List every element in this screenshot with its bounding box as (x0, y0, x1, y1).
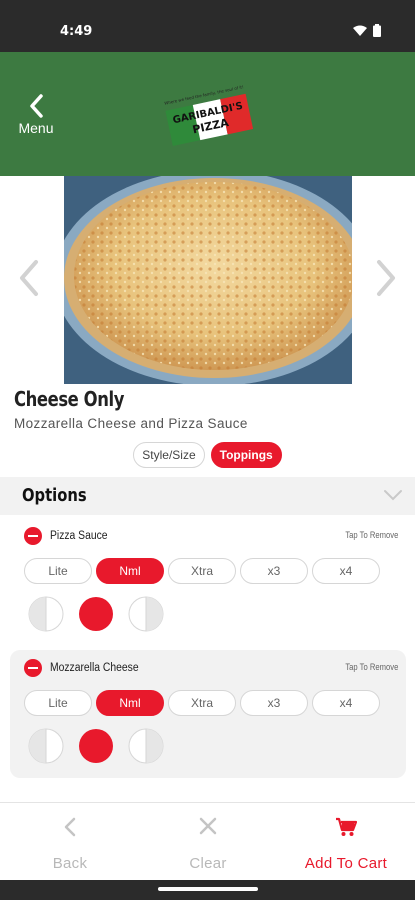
bottom-action-bar: Back Clear Add To Cart (0, 802, 415, 880)
tab-toppings[interactable]: Toppings (210, 442, 282, 468)
item-title: Cheese Only (14, 387, 124, 411)
options-section-header[interactable]: Options (0, 477, 415, 515)
add-to-cart-button[interactable]: Add To Cart (290, 803, 402, 881)
battery-icon (373, 24, 381, 37)
topping-card-pizza-sauce: Pizza Sauce Tap To Remove Lite Nml Xtra … (10, 518, 406, 646)
tap-to-remove-hint[interactable]: Tap To Remove (345, 530, 398, 540)
options-title: Options (22, 485, 87, 506)
chevron-left-icon (64, 817, 76, 837)
amount-lite[interactable]: Lite (24, 558, 92, 584)
tap-to-remove-hint[interactable]: Tap To Remove (345, 662, 398, 672)
next-image-arrow[interactable] (371, 258, 401, 298)
coverage-selector (28, 596, 164, 632)
left-half-coverage-icon[interactable] (28, 596, 64, 632)
amount-selector: Lite Nml Xtra x3 x4 (24, 558, 380, 584)
status-icons (353, 24, 381, 37)
topping-card-mozzarella-cheese: Mozzarella Cheese Tap To Remove Lite Nml… (10, 650, 406, 778)
item-description: Mozzarella Cheese and Pizza Sauce (14, 416, 248, 431)
app-header: Menu GARIBALDI'S PIZZA Where we feed the… (0, 52, 415, 176)
chevron-left-icon (30, 94, 43, 118)
amount-x4[interactable]: x4 (312, 558, 380, 584)
menu-label: Menu (18, 120, 54, 136)
topping-name: Mozzarella Cheese (50, 662, 139, 674)
garibaldis-pizza-logo: GARIBALDI'S PIZZA Where we feed the fami… (164, 84, 253, 146)
topping-name: Pizza Sauce (50, 530, 108, 542)
amount-normal[interactable]: Nml (96, 690, 164, 716)
home-indicator[interactable] (158, 887, 258, 891)
clear-label: Clear (189, 855, 227, 872)
menu-button[interactable]: Menu (14, 94, 58, 142)
right-half-coverage-icon[interactable] (128, 728, 164, 764)
status-bar: 4:49 (0, 0, 415, 52)
tab-style-size[interactable]: Style/Size (133, 442, 205, 468)
coverage-selector (28, 728, 164, 764)
remove-topping-icon[interactable] (24, 527, 42, 545)
amount-x4[interactable]: x4 (312, 690, 380, 716)
back-label: Back (52, 855, 88, 872)
whole-coverage-icon[interactable] (78, 728, 114, 764)
chevron-down-icon (384, 490, 402, 501)
right-half-coverage-icon[interactable] (128, 596, 164, 632)
amount-x3[interactable]: x3 (240, 558, 308, 584)
amount-normal[interactable]: Nml (96, 558, 164, 584)
amount-x3[interactable]: x3 (240, 690, 308, 716)
clear-button[interactable]: Clear (158, 803, 258, 881)
status-time: 4:49 (60, 24, 93, 39)
previous-image-arrow[interactable] (14, 258, 44, 298)
add-to-cart-label: Add To Cart (304, 855, 388, 872)
cheese-pizza-photo (64, 176, 352, 384)
amount-lite[interactable]: Lite (24, 690, 92, 716)
system-navigation-bar (0, 880, 415, 900)
remove-topping-icon[interactable] (24, 659, 42, 677)
close-icon (199, 817, 217, 835)
left-half-coverage-icon[interactable] (28, 728, 64, 764)
shopping-cart-icon (336, 817, 357, 836)
back-button[interactable]: Back (20, 803, 120, 881)
amount-extra[interactable]: Xtra (168, 558, 236, 584)
customize-tabs: Style/Size Toppings (0, 442, 415, 468)
wifi-icon (353, 25, 367, 36)
product-carousel (0, 176, 415, 384)
amount-extra[interactable]: Xtra (168, 690, 236, 716)
amount-selector: Lite Nml Xtra x3 x4 (24, 690, 380, 716)
whole-coverage-icon[interactable] (78, 596, 114, 632)
